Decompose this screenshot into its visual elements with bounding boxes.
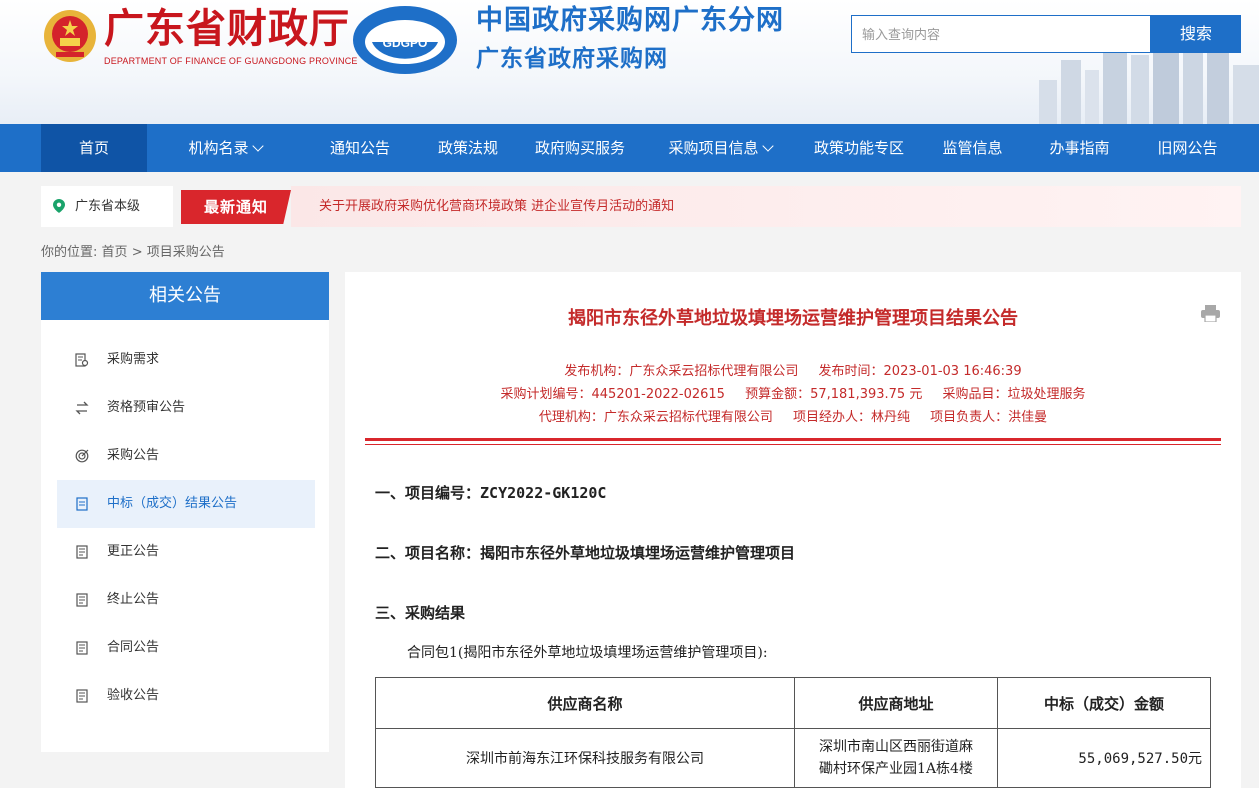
- nav-guide[interactable]: 办事指南: [1032, 124, 1127, 172]
- nav-supervision[interactable]: 监管信息: [925, 124, 1020, 172]
- article-title: 揭阳市东径外草地垃圾填埋场运营维护管理项目结果公告: [568, 308, 1018, 329]
- swap-icon: [75, 401, 89, 415]
- doc-lines-icon: [76, 689, 88, 703]
- logo-text: GDGPO: [383, 36, 428, 50]
- contract-package-label: 合同包1(揭阳市东径外草地垃圾填埋场运营维护管理项目):: [407, 645, 768, 661]
- section-project-name: 二、项目名称：揭阳市东径外草地垃圾填埋场运营维护管理项目: [375, 544, 796, 562]
- nav-notices[interactable]: 通知公告: [310, 124, 410, 172]
- region-label: 广东省本级: [75, 199, 141, 214]
- sidebar-item-correction[interactable]: 更正公告: [57, 528, 315, 576]
- col-supplier-name: 供应商名称: [375, 677, 795, 729]
- search-button[interactable]: 搜索: [1151, 15, 1241, 53]
- doc-lines-icon: [76, 593, 88, 607]
- target-icon: [75, 449, 89, 463]
- col-award-amount: 中标（成交）金额: [997, 677, 1211, 729]
- gdgpo-logo: GDGPO: [353, 6, 457, 74]
- result-table: 供应商名称 供应商地址 中标（成交）金额 深圳市前海东江环保科技服务有限公司 深…: [375, 677, 1211, 788]
- sidebar-title: 相关公告: [41, 272, 329, 320]
- doc-lines-icon: [76, 641, 88, 655]
- site-title-primary: 中国政府采购网广东分网: [476, 5, 784, 36]
- chevron-down-icon: [761, 140, 774, 152]
- nav-project-info[interactable]: 采购项目信息: [650, 124, 790, 172]
- breadcrumb-home-link[interactable]: 首页: [102, 245, 128, 260]
- search-input[interactable]: [851, 15, 1151, 53]
- sidebar-item-termination[interactable]: 终止公告: [57, 576, 315, 624]
- award-amount: 55,069,527.50元: [997, 728, 1211, 788]
- nav-policy-zone[interactable]: 政策功能专区: [803, 124, 915, 172]
- meta-row-2: 采购计划编号：445201-2022-02615 预算金额：57,181,393…: [500, 387, 1086, 402]
- sidebar-item-procurement-notice[interactable]: 采购公告: [57, 432, 315, 480]
- divider: [365, 438, 1221, 441]
- sidebar: 相关公告 采购需求 资格预审公告 采购公告 中标（成交）结果公告 更正公告 终止…: [41, 272, 329, 752]
- latest-notice-badge: 最新通知: [181, 190, 291, 224]
- meta-row-3: 代理机构：广东众采云招标代理有限公司 项目经办人：林丹纯 项目负责人：洪佳曼: [538, 410, 1048, 425]
- site-title-secondary: 广东省政府采购网: [476, 46, 668, 72]
- sidebar-item-prequalification[interactable]: 资格预审公告: [57, 384, 315, 432]
- department-name-english: DEPARTMENT OF FINANCE OF GUANGDONG PROVI…: [104, 56, 358, 66]
- supplier-address: 深圳市南山区西丽街道麻 磡村环保产业园1A栋4楼: [794, 728, 998, 788]
- main-nav: 首页 机构名录 通知公告 政策法规 政府购买服务 采购项目信息 政策功能专区 监…: [0, 124, 1259, 172]
- nav-directory[interactable]: 机构名录: [170, 124, 280, 172]
- nav-policies[interactable]: 政策法规: [418, 124, 518, 172]
- nav-home[interactable]: 首页: [41, 124, 147, 172]
- col-supplier-address: 供应商地址: [794, 677, 998, 729]
- article-panel: 揭阳市东径外草地垃圾填埋场运营维护管理项目结果公告 发布机构：广东众采云招标代理…: [345, 272, 1241, 788]
- sidebar-item-procurement-demand[interactable]: 采购需求: [57, 336, 315, 384]
- section-procurement-result: 三、采购结果: [375, 604, 466, 622]
- meta-row-1: 发布机构：广东众采云招标代理有限公司 发布时间：2023-01-03 16:46…: [564, 364, 1022, 379]
- notice-bar: 广东省本级 最新通知 关于开展政府采购优化营商环境政策 进企业宣传月活动的通知: [41, 186, 1241, 227]
- breadcrumb: 你的位置: 首页 > 项目采购公告: [41, 245, 225, 260]
- supplier-name: 深圳市前海东江环保科技服务有限公司: [375, 728, 795, 788]
- nav-old-notices[interactable]: 旧网公告: [1140, 124, 1235, 172]
- doc-search-icon: [75, 353, 89, 367]
- national-emblem-icon: [44, 10, 96, 62]
- table-header-row: 供应商名称 供应商地址 中标（成交）金额: [375, 677, 1211, 729]
- sidebar-item-award-result[interactable]: 中标（成交）结果公告: [57, 480, 315, 528]
- doc-lines-icon: [76, 545, 88, 559]
- region-selector[interactable]: 广东省本级: [41, 186, 173, 227]
- table-row: 深圳市前海东江环保科技服务有限公司 深圳市南山区西丽街道麻 磡村环保产业园1A栋…: [375, 728, 1211, 788]
- sidebar-item-acceptance[interactable]: 验收公告: [57, 672, 315, 720]
- notice-link[interactable]: 关于开展政府采购优化营商环境政策 进企业宣传月活动的通知: [319, 186, 674, 227]
- section-project-number: 一、项目编号：ZCY2022-GK120C: [375, 484, 607, 502]
- printer-icon[interactable]: [1201, 305, 1220, 322]
- location-pin-icon: [53, 199, 65, 213]
- breadcrumb-current[interactable]: 项目采购公告: [147, 245, 225, 260]
- sidebar-item-contract[interactable]: 合同公告: [57, 624, 315, 672]
- department-name: 广东省财政厅: [104, 5, 350, 52]
- notice-ticker: 关于开展政府采购优化营商环境政策 进企业宣传月活动的通知: [291, 186, 1241, 227]
- nav-gov-services[interactable]: 政府购买服务: [525, 124, 635, 172]
- chevron-down-icon: [251, 140, 264, 152]
- doc-icon: [76, 497, 88, 511]
- site-header: 广东省财政厅 DEPARTMENT OF FINANCE OF GUANGDON…: [0, 0, 1259, 124]
- divider: [365, 444, 1221, 445]
